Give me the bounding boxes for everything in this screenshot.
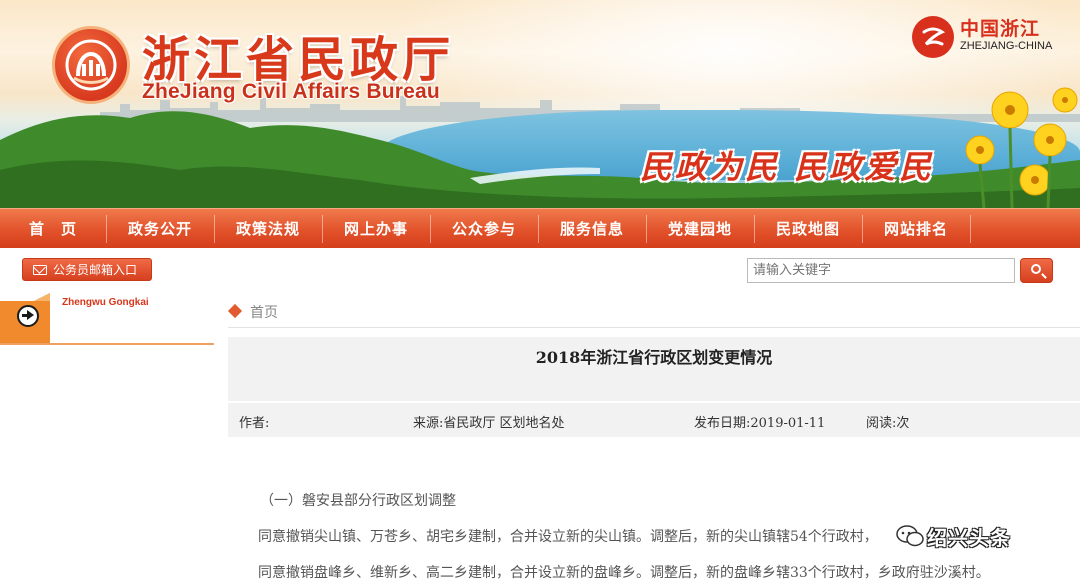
site-subtitle: ZheJiang Civil Affairs Bureau xyxy=(142,80,440,103)
meta-author: 作者: xyxy=(239,416,270,431)
china-zhejiang-logo[interactable]: 中国浙江 ZHEJIANG-CHINA xyxy=(912,14,1062,60)
article-paragraph: 同意撤销盘峰乡、维新乡、高二乡建制，合并设立新的盘峰乡。调整后，新的盘峰乡辖33… xyxy=(258,565,990,581)
home-icon xyxy=(227,303,243,319)
china-zhejiang-en: ZHEJIANG-CHINA xyxy=(960,40,1053,52)
article-title: 2018年浙江省行政区划变更情况 xyxy=(535,348,773,367)
watermark-text: 绍兴头条 xyxy=(927,526,1011,550)
staff-mailbox-label: 公务员邮箱入口 xyxy=(53,263,138,277)
search-icon xyxy=(1031,264,1041,274)
main-nav: 首 页 政务公开 政策法规 网上办事 公众参与 服务信息 党建园地 民政地图 网… xyxy=(0,208,1080,248)
mail-icon xyxy=(33,265,47,275)
meta-reads: 阅读:次 xyxy=(866,416,910,431)
logo-emblem-icon xyxy=(52,26,130,104)
search-input[interactable] xyxy=(747,258,1015,283)
china-zhejiang-cn: 中国浙江 xyxy=(960,18,1041,40)
article-meta: 作者: 来源:省民政厅 区划地名处 发布日期:2019-01-11 阅读:次 xyxy=(228,403,1080,437)
staff-mailbox-button[interactable]: 公务员邮箱入口 xyxy=(22,258,152,281)
nav-item-public-participation[interactable]: 公众参与 xyxy=(431,209,537,249)
slogan: 民政为民 民政爱民 xyxy=(640,148,935,186)
search-button[interactable] xyxy=(1020,258,1053,283)
header-banner: 浙江省民政厅 ZheJiang Civil Affairs Bureau 中国浙… xyxy=(0,0,1080,208)
nav-item-civil-map[interactable]: 民政地图 xyxy=(755,209,861,249)
breadcrumb-home-link[interactable]: 首页 xyxy=(250,302,278,322)
nav-item-party-building[interactable]: 党建园地 xyxy=(647,209,753,249)
watermark: 绍兴头条 xyxy=(895,520,1055,554)
article-paragraph: 同意撤销尖山镇、万苍乡、胡宅乡建制，合并设立新的尖山镇。调整后，新的尖山镇辖54… xyxy=(258,529,878,545)
china-zhejiang-icon xyxy=(912,16,954,58)
article-header: 2018年浙江省行政区划变更情况 xyxy=(228,337,1080,401)
nav-item-policies[interactable]: 政策法规 xyxy=(215,209,321,249)
nav-divider xyxy=(970,215,971,243)
arrow-right-icon[interactable] xyxy=(17,305,39,327)
sidebar-header: Zhengwu Gongkai xyxy=(0,293,214,345)
yellow-flowers xyxy=(965,87,1078,208)
watermark-chat-icon xyxy=(896,525,924,547)
nav-item-online-services[interactable]: 网上办事 xyxy=(323,209,429,249)
meta-date: 发布日期:2019-01-11 xyxy=(694,416,826,431)
meta-source: 来源:省民政厅 区划地名处 xyxy=(413,416,565,431)
nav-item-home[interactable]: 首 页 xyxy=(0,209,106,249)
sidebar-title: Zhengwu Gongkai xyxy=(62,297,149,308)
nav-item-service-info[interactable]: 服务信息 xyxy=(539,209,645,249)
article-heading: （一）磐安县部分行政区划调整 xyxy=(260,493,456,509)
nav-item-site-ranking[interactable]: 网站排名 xyxy=(863,209,969,249)
nav-item-government-affairs[interactable]: 政务公开 xyxy=(107,209,213,249)
breadcrumb: 首页 xyxy=(227,296,1080,328)
